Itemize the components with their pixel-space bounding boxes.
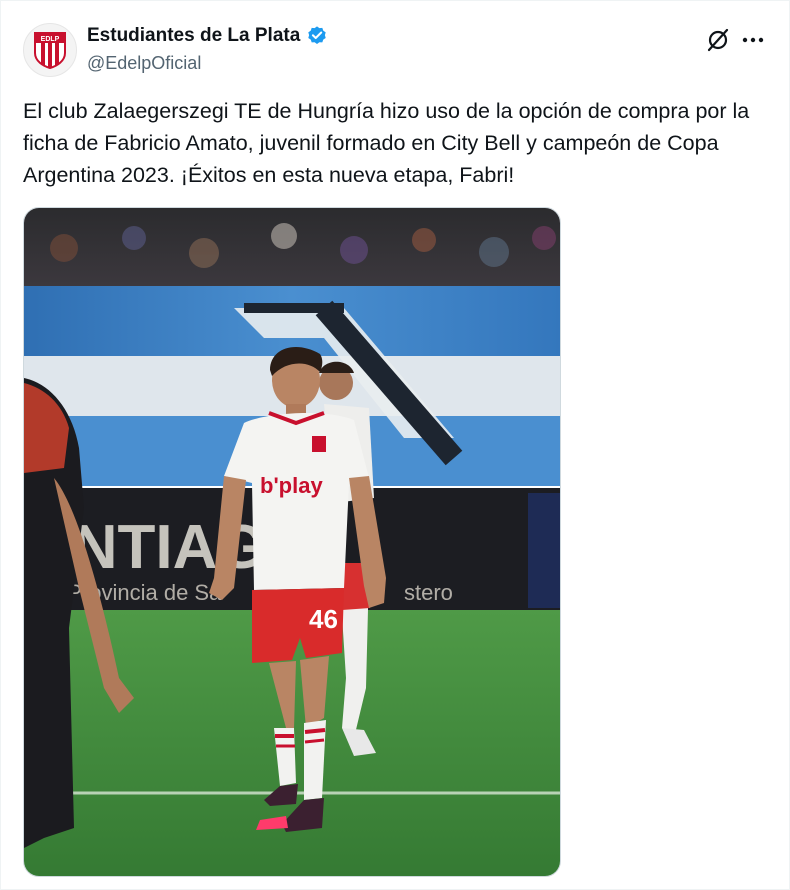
- tweet-photo[interactable]: ANTIAG la Provincia de Sa stero b'play 4…: [23, 207, 561, 877]
- crest-text: EDLP: [41, 36, 60, 43]
- author-handle[interactable]: @EdelpOficial: [87, 53, 201, 74]
- more-options-icon[interactable]: [739, 27, 767, 53]
- board-subtext-right: stero: [404, 580, 453, 605]
- author-name-row: Estudiantes de La Plata: [87, 25, 328, 47]
- shirt-number: 46: [309, 604, 338, 634]
- author-display-name[interactable]: Estudiantes de La Plata: [87, 25, 300, 47]
- tweet-card[interactable]: EDLP Estudiantes de La Plata @EdelpOfici…: [0, 0, 790, 890]
- verified-badge-icon: [308, 26, 327, 44]
- player-photo: ANTIAG la Provincia de Sa stero b'play 4…: [24, 208, 560, 876]
- club-crest-icon: EDLP: [34, 32, 66, 69]
- avatar[interactable]: EDLP: [23, 23, 77, 77]
- grok-icon[interactable]: [705, 27, 731, 53]
- jersey-sponsor: b'play: [260, 473, 323, 498]
- tweet-text: El club Zalaegerszegi TE de Hungría hizo…: [23, 99, 750, 187]
